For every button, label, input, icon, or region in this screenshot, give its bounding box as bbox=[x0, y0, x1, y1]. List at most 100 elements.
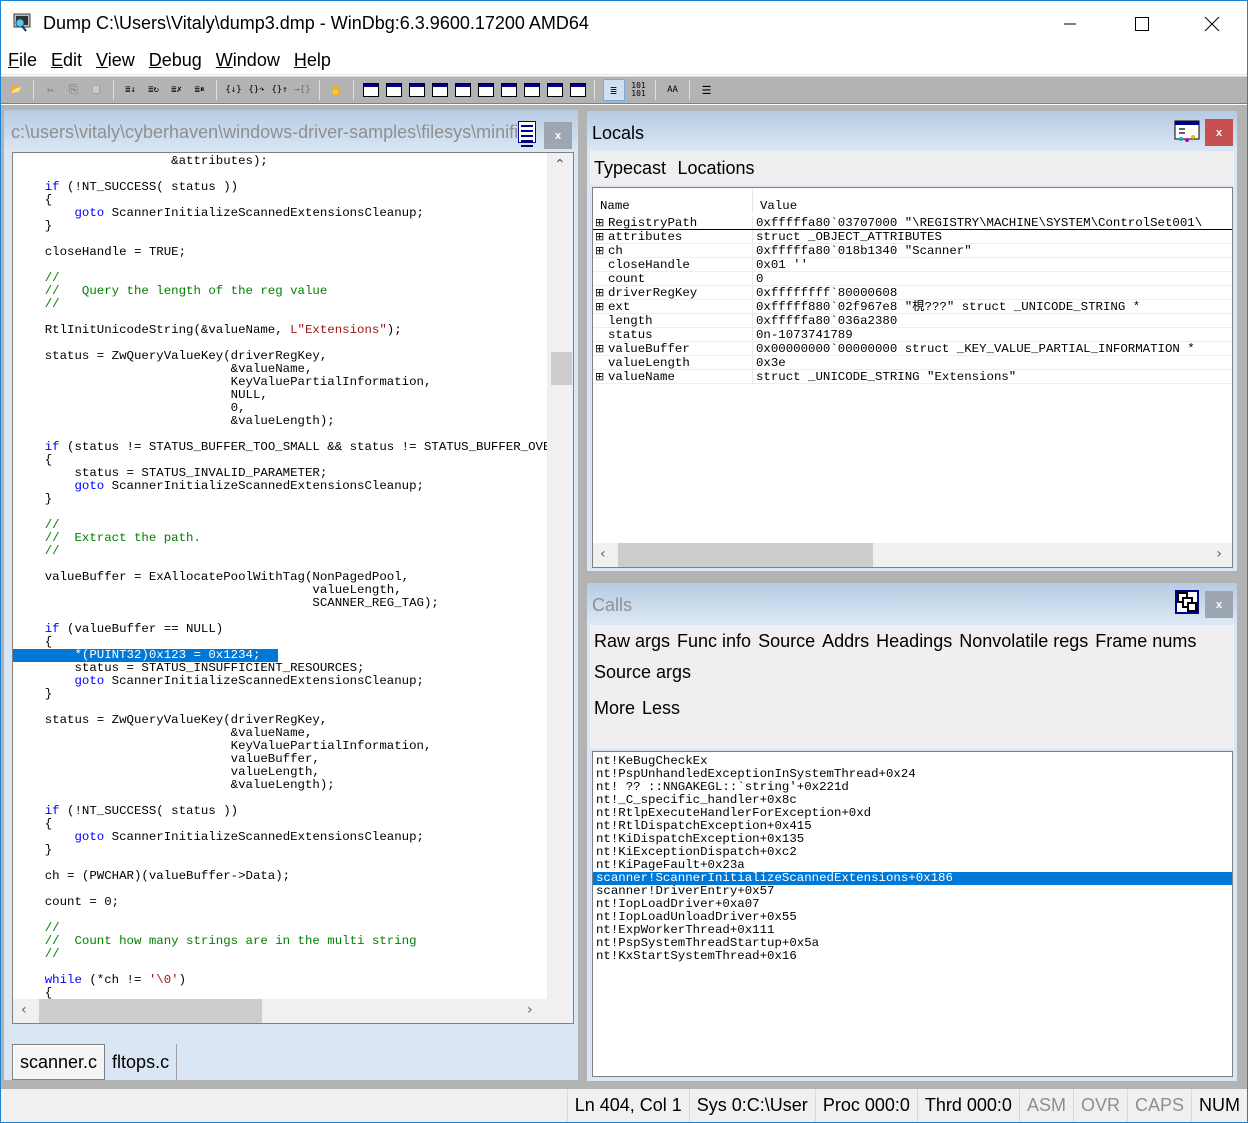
copy-icon[interactable]: ⎘ bbox=[65, 81, 83, 99]
menu-view[interactable]: View bbox=[96, 50, 135, 71]
calls-option-source-args[interactable]: Source args bbox=[594, 662, 691, 683]
locals-horizontal-scrollbar[interactable]: ‹ › bbox=[593, 543, 1232, 567]
scroll-left-icon[interactable]: ‹ bbox=[600, 546, 606, 562]
name-column-header[interactable]: Name bbox=[593, 188, 753, 213]
step-out-icon[interactable]: {}↑ bbox=[271, 81, 289, 99]
menu-window[interactable]: Window bbox=[216, 50, 280, 71]
calls-option-source[interactable]: Source bbox=[758, 631, 815, 652]
memory-window-icon[interactable] bbox=[454, 81, 472, 99]
locals-row[interactable]: status 0n-1073741789 bbox=[593, 328, 1232, 342]
stack-frame[interactable]: nt!KxStartSystemThread+0x16 bbox=[593, 950, 1232, 963]
locals-row[interactable]: ⊞ RegistryPath 0xfffffa80`03707000 "\REGIS… bbox=[593, 216, 1232, 230]
typecast-option[interactable]: Typecast bbox=[594, 158, 666, 179]
registers-window-icon[interactable] bbox=[431, 81, 449, 99]
locals-row[interactable]: ⊞ ch 0xfffffa80`018b1340 "Scanner" bbox=[593, 244, 1232, 258]
scroll-right-icon[interactable]: › bbox=[527, 1002, 533, 1018]
menu-edit[interactable]: Edit bbox=[51, 50, 82, 71]
breakpoint-hand-icon[interactable]: ✋ bbox=[328, 81, 346, 99]
locals-row[interactable]: count 0 bbox=[593, 272, 1232, 286]
value-column-header[interactable]: Value bbox=[753, 199, 797, 213]
command-browser-icon[interactable] bbox=[569, 81, 587, 99]
go-icon[interactable]: ≣↓ bbox=[122, 81, 140, 99]
calls-option-raw-args[interactable]: Raw args bbox=[594, 631, 670, 652]
locals-close-button[interactable]: x bbox=[1205, 119, 1233, 146]
expand-icon[interactable]: ⊞ bbox=[595, 286, 608, 299]
calls-option-more[interactable]: More bbox=[594, 698, 635, 719]
calls-option-nonvolatile-regs[interactable]: Nonvolatile regs bbox=[959, 631, 1088, 652]
menu-help[interactable]: Help bbox=[294, 50, 331, 71]
paste-icon[interactable]: 📋 bbox=[88, 81, 106, 99]
locals-row[interactable]: closeHandle 0x01 '' bbox=[593, 258, 1232, 272]
source-mode-icon[interactable]: ≣ bbox=[602, 79, 625, 101]
document-icon[interactable] bbox=[518, 121, 536, 147]
local-value: 0xfffff880`02f967e8 "梘???" struct _UNICO… bbox=[756, 300, 1141, 313]
locals-hscroll-thumb[interactable] bbox=[618, 543, 873, 567]
scroll-left-icon[interactable]: ‹ bbox=[21, 1002, 27, 1018]
maximize-button[interactable] bbox=[1107, 1, 1177, 46]
assembly-mode-icon[interactable]: 101 101 bbox=[630, 81, 648, 99]
stop-debugging-icon[interactable]: ≣✗ bbox=[168, 81, 186, 99]
source-code-view[interactable]: &attributes); if (!NT_SUCCESS( status ))… bbox=[12, 152, 574, 1024]
calls-option-less[interactable]: Less bbox=[642, 698, 680, 719]
calls-option-func-info[interactable]: Func info bbox=[677, 631, 751, 652]
locals-row[interactable]: length 0xfffffa80`036a2380 bbox=[593, 314, 1232, 328]
source-close-button[interactable]: x bbox=[544, 122, 572, 149]
locals-window-icon-glyph bbox=[408, 83, 425, 97]
source-vscroll-thumb[interactable] bbox=[551, 352, 572, 385]
call-stack-window-icon[interactable] bbox=[477, 81, 495, 99]
expand-icon[interactable]: ⊞ bbox=[595, 216, 608, 229]
calls-option-addrs[interactable]: Addrs bbox=[822, 631, 869, 652]
expand-icon[interactable]: ⊞ bbox=[595, 342, 608, 355]
tab-fltops-c[interactable]: fltops.c bbox=[105, 1044, 178, 1080]
break-icon[interactable]: ≣⏸ bbox=[191, 81, 209, 99]
close-button[interactable] bbox=[1177, 1, 1247, 46]
options-icon[interactable]: ☰ bbox=[698, 81, 716, 99]
menu-accelerator: H bbox=[293, 50, 307, 70]
source-file-tabs: scanner.c fltops.c bbox=[12, 1044, 178, 1080]
locals-row[interactable]: ⊞ attributes struct _OBJECT_ATTRIBUTES bbox=[593, 230, 1232, 244]
source-hscroll-thumb[interactable] bbox=[39, 999, 262, 1023]
local-name-cell: closeHandle bbox=[593, 258, 753, 272]
locations-option[interactable]: Locations bbox=[678, 158, 755, 179]
step-into-icon[interactable]: {↓} bbox=[225, 81, 243, 99]
scratch-pad-icon[interactable] bbox=[523, 81, 541, 99]
locals-row[interactable]: ⊞ ext 0xfffff880`02f967e8 "梘???" struct _U… bbox=[593, 300, 1232, 314]
call-stack-icon bbox=[1175, 590, 1199, 614]
font-icon[interactable]: AA bbox=[664, 81, 682, 99]
local-name-cell: status bbox=[593, 328, 753, 342]
open-icon[interactable]: 📂 bbox=[8, 81, 26, 99]
calls-option-headings[interactable]: Headings bbox=[876, 631, 952, 652]
calls-close-button[interactable]: x bbox=[1205, 591, 1233, 618]
expand-icon[interactable]: ⊞ bbox=[595, 244, 608, 257]
menu-debug[interactable]: Debug bbox=[149, 50, 202, 71]
local-value: 0 bbox=[756, 272, 764, 285]
scroll-up-icon[interactable]: ⌃ bbox=[554, 157, 566, 173]
expand-icon[interactable]: ⊞ bbox=[595, 300, 608, 313]
cut-icon[interactable]: ✂ bbox=[42, 81, 60, 99]
minimize-button[interactable] bbox=[1035, 1, 1105, 46]
locals-row[interactable]: valueLength 0x3e bbox=[593, 356, 1232, 370]
restart-icon[interactable]: ≣↻ bbox=[145, 81, 163, 99]
local-value: 0xfffffa80`036a2380 bbox=[756, 314, 898, 327]
source-vertical-scrollbar[interactable]: ⌃ ⌄ bbox=[547, 153, 573, 1013]
code-line: // Extract the path. bbox=[15, 531, 201, 545]
source-horizontal-scrollbar[interactable]: ‹ › bbox=[13, 999, 573, 1023]
locals-row[interactable]: ⊞ valueName struct _UNICODE_STRING "Extens… bbox=[593, 370, 1232, 384]
menu-file[interactable]: File bbox=[8, 50, 37, 71]
calls-option-frame-nums[interactable]: Frame nums bbox=[1095, 631, 1196, 652]
scroll-right-icon[interactable]: › bbox=[1216, 546, 1222, 562]
expand-icon[interactable]: ⊞ bbox=[595, 230, 608, 243]
step-over-icon[interactable]: {}↷ bbox=[248, 81, 266, 99]
local-name: valueLength bbox=[608, 356, 690, 370]
expand-icon[interactable]: ⊞ bbox=[595, 370, 608, 383]
processes-threads-icon[interactable] bbox=[546, 81, 564, 99]
tab-scanner-c[interactable]: scanner.c bbox=[12, 1044, 106, 1080]
locals-row[interactable]: ⊞ valueBuffer 0x00000000`00000000 struct _… bbox=[593, 342, 1232, 356]
run-to-cursor-icon[interactable]: →{} bbox=[294, 81, 312, 99]
locals-window-icon[interactable] bbox=[408, 81, 426, 99]
locals-row[interactable]: ⊞ driverRegKey 0xffffffff`80000608 bbox=[593, 286, 1232, 300]
watch-window-icon[interactable] bbox=[385, 81, 403, 99]
command-window-icon[interactable] bbox=[362, 81, 380, 99]
toolbar-separator bbox=[113, 80, 114, 100]
disassembly-window-icon[interactable] bbox=[500, 81, 518, 99]
